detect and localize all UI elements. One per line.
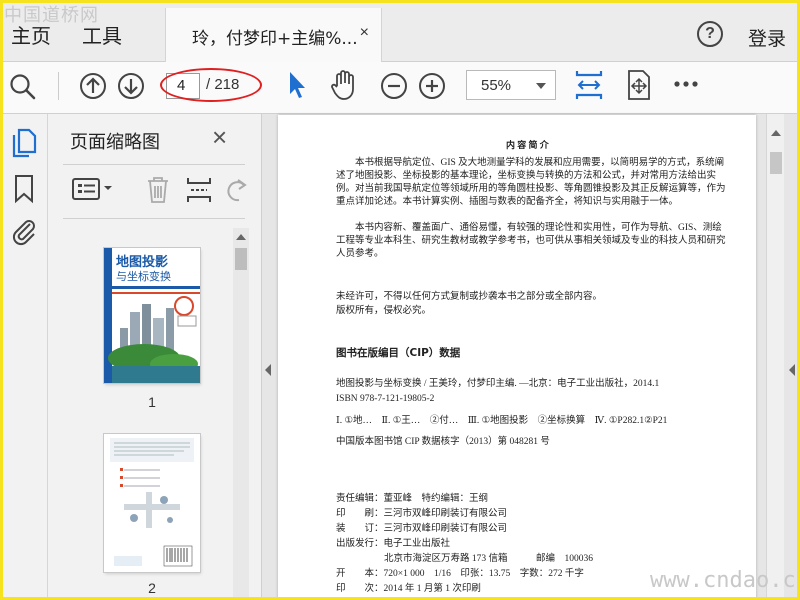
cip-title: 图书在版编目（CIP）数据: [336, 347, 461, 359]
publisher-line-6: 开 本：720×1 000 1/16 印张：13.75 字数：272 千字: [336, 569, 584, 579]
watermark-bottom-right: www.cndao.com: [650, 568, 800, 593]
expand-tools-icon[interactable]: [789, 364, 795, 376]
thumbnail-scrollbar[interactable]: [233, 228, 249, 600]
intro-heading: 内 容 简 介: [506, 140, 549, 150]
thumbnail-number-2: 2: [148, 580, 156, 596]
cip-line-1: 地图投影与坐标变换 / 王美玲，付梦印主编. —北京：电子工业出版社，2014.…: [336, 379, 660, 389]
collapse-panel-icon[interactable]: [265, 364, 271, 376]
zoom-select[interactable]: 55%: [466, 70, 556, 100]
panel-divider: [63, 164, 245, 165]
login-button[interactable]: 登录: [748, 24, 786, 51]
fit-width-icon[interactable]: [573, 67, 605, 103]
scrollbar-thumb[interactable]: [770, 152, 782, 174]
intro-paragraph-1: 本书根据导航定位、GIS 及大地测量学科的发展和应用需要，以简明易学的方式，系统…: [336, 158, 726, 207]
publisher-line-4: 出版发行：电子工业出版社: [336, 539, 451, 549]
document-page: 内 容 简 介 本书根据导航定位、GIS 及大地测量学科的发展和应用需要，以简明…: [278, 115, 756, 600]
navigation-rail: [0, 114, 48, 600]
copyright-line-2: 版权所有，侵权必究。: [336, 306, 432, 316]
back-cover-image: [104, 434, 200, 572]
delete-page-icon[interactable]: [145, 175, 171, 205]
panel-title: 页面缩略图: [70, 132, 160, 153]
zoom-in-icon[interactable]: [417, 71, 447, 101]
fit-page-icon[interactable]: [624, 68, 654, 102]
more-options-icon[interactable]: [672, 78, 702, 90]
previous-page-icon[interactable]: [78, 71, 108, 101]
rotate-page-icon[interactable]: [225, 177, 249, 203]
bookmark-icon[interactable]: [12, 174, 36, 204]
attachment-icon[interactable]: [10, 216, 38, 246]
publisher-line-2: 印 刷：三河市双峰印刷装订有限公司: [336, 509, 508, 519]
publisher-line-1: 责任编辑：董亚峰 特约编辑：王纲: [336, 494, 489, 504]
panel-close-icon[interactable]: ×: [212, 122, 227, 153]
toolbar-separator: [58, 72, 59, 100]
copyright-line-1: 未经许可，不得以任何方式复制或抄袭本书之部分或全部内容。: [336, 292, 603, 302]
document-tab-label: 玲，付梦印+主编%...: [192, 29, 358, 49]
publisher-line-5: 北京市海淀区万寿路 173 信箱 邮编 100036: [384, 554, 594, 564]
page-thumbnail-1[interactable]: 地图投影 与坐标变换: [104, 248, 200, 383]
extract-page-icon[interactable]: [185, 175, 213, 205]
next-page-icon[interactable]: [116, 71, 146, 101]
watermark-top-left: 中国道桥网: [4, 5, 99, 26]
select-cursor-icon[interactable]: [286, 70, 308, 100]
thumbnail-panel: 页面缩略图 × 地图投影 与坐标变换 1 2: [49, 114, 262, 600]
document-scrollbar[interactable]: [766, 114, 784, 600]
cip-line-4: 中国版本图书馆 CIP 数据核字（2013）第 048281 号: [336, 437, 550, 447]
publisher-line-7: 印 次：2014 年 1 月第 1 次印刷: [336, 584, 481, 594]
highlight-oval: [160, 68, 262, 102]
document-tab[interactable]: 玲，付梦印+主编%... ×: [165, 8, 382, 62]
panel-divider: [63, 218, 245, 219]
scroll-up-icon[interactable]: [236, 234, 246, 240]
cip-line-2: ISBN 978-7-121-19805-2: [336, 394, 435, 404]
tab-close-icon[interactable]: ×: [360, 24, 369, 42]
scroll-up-icon[interactable]: [771, 130, 781, 136]
page-thumbnails-icon[interactable]: [10, 128, 38, 158]
help-icon[interactable]: ?: [697, 21, 723, 47]
thumbnail-title-line2: 与坐标变换: [116, 270, 171, 283]
search-icon[interactable]: [8, 72, 38, 102]
zoom-value: 55%: [481, 77, 512, 94]
page-thumbnail-2[interactable]: [104, 434, 200, 572]
menu-bar: 主页 工具 玲，付梦印+主编%... × ? 登录: [0, 0, 800, 62]
scrollbar-thumb[interactable]: [235, 248, 247, 270]
thumbnail-number-1: 1: [148, 394, 156, 410]
publisher-line-3: 装 订：三河市双峰印刷装订有限公司: [336, 524, 508, 534]
cip-line-3: Ⅰ. ①地… Ⅱ. ①王… ②付… Ⅲ. ①地图投影 ②坐标换算 Ⅳ. ①P28…: [336, 416, 668, 426]
intro-paragraph-2: 本书内容新、覆盖面广、通俗易懂，有较强的理论性和实用性，可作为导航、GIS、测绘…: [336, 223, 726, 259]
hand-tool-icon[interactable]: [328, 68, 360, 102]
zoom-out-icon[interactable]: [379, 71, 409, 101]
thumbnail-options-icon[interactable]: [71, 176, 115, 202]
chevron-down-icon: [536, 83, 546, 89]
